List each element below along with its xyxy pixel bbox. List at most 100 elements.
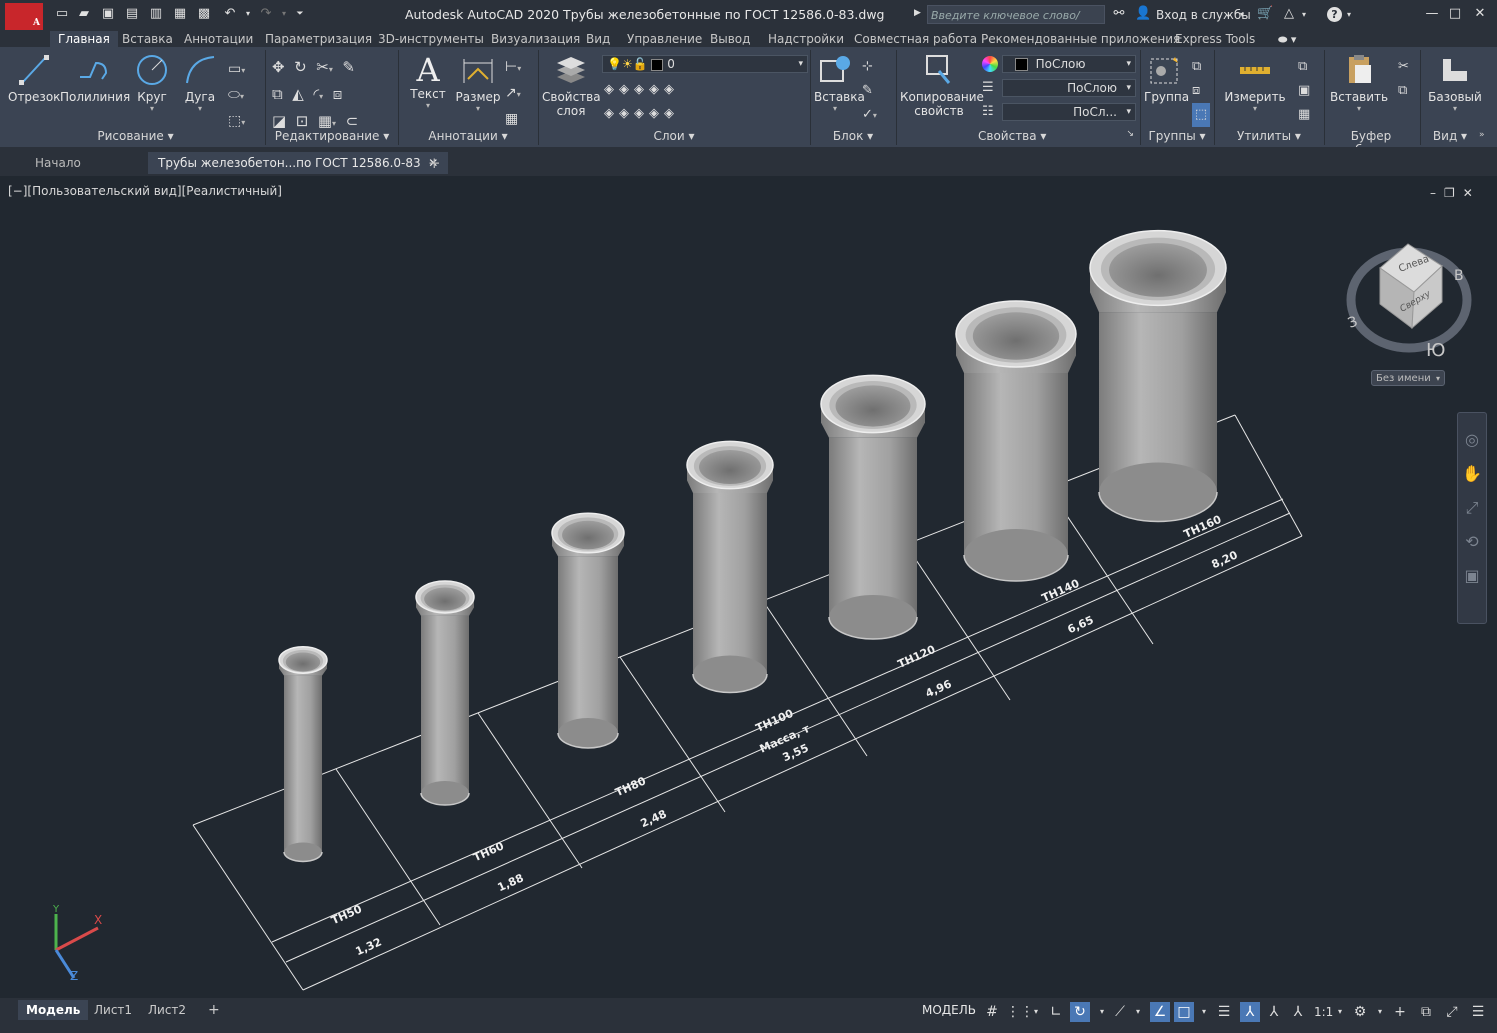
signin-dropdown-icon[interactable]: ▾ (1240, 10, 1244, 19)
pipe[interactable] (415, 580, 475, 806)
ortho-icon[interactable]: ∟ (1046, 1002, 1066, 1022)
steering-wheel-icon[interactable]: ◎ (1458, 423, 1486, 457)
snap-dropdown-icon[interactable]: ▾ (1026, 1002, 1046, 1022)
pipe[interactable] (955, 300, 1077, 582)
layer-iso-icon[interactable]: ◈ (634, 82, 649, 97)
dimension-dropdown-icon[interactable]: ▾ (454, 104, 502, 113)
leader-icon[interactable]: ↗▾ (505, 81, 521, 107)
customize-qat-icon[interactable]: ⏷ (292, 6, 308, 22)
search-input[interactable]: Введите ключевое слово/фразу (927, 5, 1105, 41)
search-expand-icon[interactable]: ▶ (914, 8, 921, 18)
ribbon-tab[interactable]: Express Tools (1167, 31, 1263, 47)
object-snap-icon[interactable]: □ (1174, 1002, 1194, 1022)
open-web-icon[interactable]: ▥ (148, 6, 164, 22)
scale-icon[interactable]: ⊡ (296, 112, 309, 130)
pan-icon[interactable]: ✋ (1458, 457, 1486, 491)
ribbon-tab[interactable]: Вывод (702, 31, 758, 47)
pipe[interactable] (820, 374, 926, 640)
modify-panel-label[interactable]: Редактирование ▾ (268, 129, 396, 143)
utilities-panel-label[interactable]: Утилиты ▾ (1216, 129, 1322, 143)
lineweight-dropdown[interactable]: ПоСл... ▾ (1002, 103, 1136, 121)
plot-icon[interactable]: ▩ (196, 6, 212, 22)
pipe[interactable] (686, 440, 774, 694)
properties-launcher-icon[interactable]: ↘ (1126, 129, 1134, 139)
group-edit-icon[interactable]: ⧈ (1192, 79, 1210, 103)
groups-panel-label[interactable]: Группы ▾ (1142, 129, 1212, 143)
cart-icon[interactable]: 🛒 (1257, 6, 1273, 22)
arc-dropdown-icon[interactable]: ▾ (180, 104, 220, 113)
rectangle-icon[interactable]: ▭▾ (228, 57, 245, 83)
line-button[interactable]: Отрезок (8, 53, 60, 104)
help-icon[interactable]: ? (1327, 7, 1342, 22)
rotate-icon[interactable]: ↻ (294, 58, 307, 76)
ribbon-tab[interactable]: Надстройки (760, 31, 852, 47)
layer-state-icon[interactable]: ◈ (664, 82, 679, 97)
layout-tab[interactable]: Лист1 (86, 1000, 140, 1020)
orbit-icon[interactable]: ⟲ (1458, 525, 1486, 559)
create-block-icon[interactable]: ⊹ (862, 55, 877, 79)
grid-icon[interactable]: # (982, 1002, 1002, 1022)
paste-button[interactable]: Вставить ▾ (1330, 53, 1388, 113)
pipe[interactable] (278, 646, 328, 863)
base-view-button[interactable]: Базовый ▾ (1426, 53, 1484, 113)
layer-lock-icon[interactable]: ◈ (649, 82, 664, 97)
ribbon-tab[interactable]: Управление (619, 31, 710, 47)
ribbon-tab[interactable]: Вид (578, 31, 618, 47)
compass-east[interactable]: В (1454, 268, 1464, 284)
layer-match-icon[interactable]: ◈ (619, 82, 634, 97)
quick-select-icon[interactable]: ⧉ (1298, 55, 1310, 79)
a360-icon[interactable]: △ (1281, 6, 1297, 22)
insert-dropdown-icon[interactable]: ▾ (814, 104, 856, 113)
polar-dropdown-icon[interactable]: ▾ (1092, 1002, 1112, 1022)
annotation-visibility-icon[interactable]: ⅄ (1240, 1002, 1260, 1022)
annotation-panel-label[interactable]: Аннотации ▾ (400, 129, 536, 143)
ribbon-tab[interactable]: Аннотации (176, 31, 261, 47)
cut-icon[interactable]: ✂ (1398, 55, 1409, 79)
draw-panel-label[interactable]: Рисование ▾ (8, 129, 263, 143)
ungroup-icon[interactable]: ⧉ (1192, 55, 1210, 79)
layer-freeze-icon[interactable]: ◈ (619, 106, 634, 121)
group-button[interactable]: Группа (1144, 53, 1189, 104)
move-icon[interactable]: ✥ (272, 58, 285, 76)
text-button[interactable]: A Текст ▾ (408, 53, 448, 110)
edit-block-icon[interactable]: ✎ (862, 79, 877, 103)
ribbon-tab[interactable]: Главная (50, 31, 118, 47)
open-icon[interactable]: ▰ (76, 6, 92, 22)
polar-icon[interactable]: ↻ (1070, 1002, 1090, 1022)
linetype-dropdown[interactable]: ПоСлою ▾ (1002, 79, 1136, 97)
new-icon[interactable]: ▭ (54, 6, 70, 22)
view-panel-label[interactable]: Вид ▾ (1422, 129, 1478, 143)
model-space-button[interactable]: МОДЕЛЬ (922, 1003, 976, 1017)
select-all-icon[interactable]: ▣ (1298, 79, 1310, 103)
measure-button[interactable]: Измерить ▾ (1222, 53, 1288, 113)
isolate-objects-icon[interactable]: ⧉ (1416, 1002, 1436, 1022)
showmotion-icon[interactable]: ▣ (1458, 559, 1486, 593)
group-select-icon[interactable]: ⬚ (1192, 103, 1210, 127)
lineweight-toggle-icon[interactable]: ☰ (1214, 1002, 1234, 1022)
user-icon[interactable]: 👤 (1135, 6, 1151, 22)
zoom-icon[interactable]: ⤢ (1458, 491, 1486, 525)
save-icon[interactable]: ▣ (100, 6, 116, 22)
insert-block-button[interactable]: Вставка ▾ (814, 53, 865, 113)
paste-dropdown-icon[interactable]: ▾ (1330, 104, 1388, 113)
layer-off-icon[interactable]: ◈ (604, 106, 619, 121)
offset-icon[interactable]: ⊂ (346, 112, 359, 130)
mirror-icon[interactable]: ◭ (292, 85, 304, 103)
a360-dropdown-icon[interactable]: ▾ (1302, 10, 1306, 19)
match-properties-button[interactable]: Копирование свойств (900, 53, 984, 118)
maximize-icon[interactable]: □ (1447, 6, 1463, 22)
start-tab[interactable]: Начало (25, 152, 91, 174)
text-dropdown-icon[interactable]: ▾ (408, 101, 448, 110)
hatch-icon[interactable]: ⬭▾ (228, 83, 245, 109)
annotation-monitor-icon[interactable]: + (1390, 1002, 1410, 1022)
erase-icon[interactable]: ✎ (342, 58, 355, 76)
layer-walk-icon[interactable]: ◈ (664, 106, 679, 121)
layer-unlock-icon[interactable]: ◈ (649, 106, 664, 121)
ribbon-tab[interactable]: Параметризация (257, 31, 380, 47)
measure-dropdown-icon[interactable]: ▾ (1222, 104, 1288, 113)
minimize-icon[interactable]: — (1424, 6, 1440, 22)
isodraft-dropdown-icon[interactable]: ▾ (1128, 1002, 1148, 1022)
pipe[interactable] (551, 512, 625, 749)
copy-clip-icon[interactable]: ⧉ (1398, 79, 1409, 103)
ribbon-tab[interactable]: Вставка (114, 31, 181, 47)
